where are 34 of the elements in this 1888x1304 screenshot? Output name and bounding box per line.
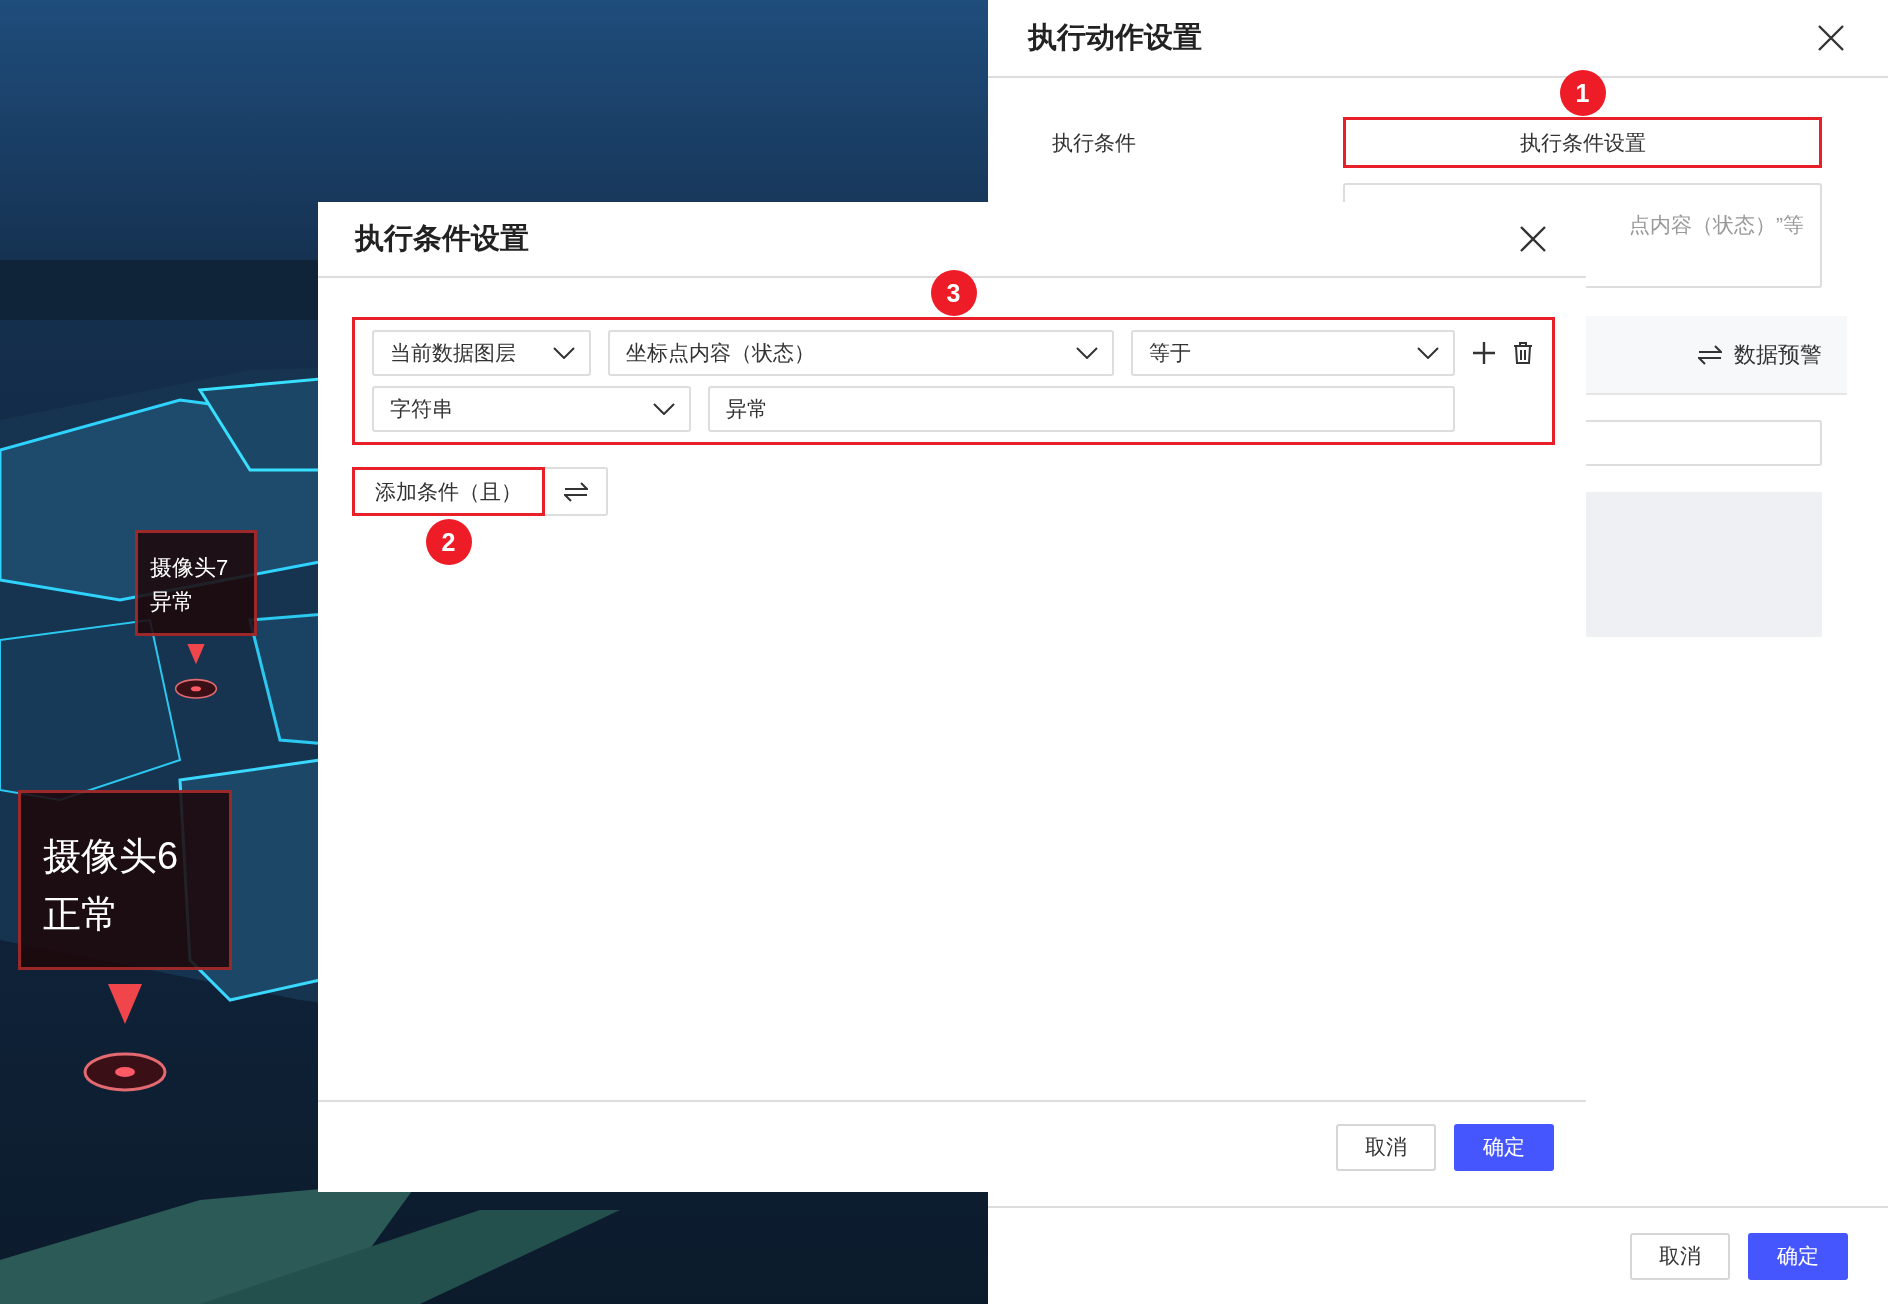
type-select[interactable]: 字符串 bbox=[372, 386, 691, 432]
chevron-down-icon bbox=[1417, 347, 1439, 359]
operator-select[interactable]: 等于 bbox=[1131, 330, 1455, 376]
cancel-button[interactable]: 取消 bbox=[1630, 1232, 1730, 1280]
chevron-down-icon bbox=[1076, 347, 1098, 359]
layer-select[interactable]: 当前数据图层 bbox=[372, 330, 591, 376]
close-button[interactable] bbox=[1518, 224, 1548, 254]
step-badge: 2 bbox=[425, 519, 472, 565]
condition-summary: 点内容（状态）”等 bbox=[1629, 212, 1804, 238]
cancel-button[interactable]: 取消 bbox=[1336, 1123, 1436, 1171]
camera-name: 摄像头7 bbox=[150, 554, 230, 582]
confirm-button[interactable]: 确定 bbox=[1748, 1232, 1848, 1280]
chevron-down-icon bbox=[553, 347, 575, 359]
close-icon bbox=[1816, 23, 1846, 53]
camera-name: 摄像头6 bbox=[43, 834, 180, 879]
switch-button[interactable]: 数据预警 bbox=[1698, 339, 1822, 370]
swap-icon bbox=[1698, 344, 1722, 365]
field-label: 执行条件 bbox=[1052, 129, 1137, 156]
step-badge: 3 bbox=[930, 270, 977, 316]
value-field[interactable]: 异常 bbox=[708, 386, 1455, 432]
panel-title: 执行动作设置 bbox=[1028, 20, 1202, 55]
dialog-title: 执行条件设置 bbox=[355, 221, 529, 256]
close-button[interactable] bbox=[1816, 23, 1846, 53]
trash-icon[interactable] bbox=[1513, 341, 1533, 365]
field-select[interactable]: 坐标点内容（状态） bbox=[608, 330, 1114, 376]
camera-status: 正常 bbox=[43, 892, 120, 937]
switch-button[interactable] bbox=[545, 467, 608, 516]
camera-status: 异常 bbox=[150, 588, 195, 616]
chevron-down-icon bbox=[653, 403, 675, 415]
step-badge: 1 bbox=[1559, 70, 1606, 116]
close-icon bbox=[1518, 224, 1548, 254]
add-icon[interactable] bbox=[1472, 341, 1496, 365]
swap-icon bbox=[563, 481, 588, 502]
confirm-button[interactable]: 确定 bbox=[1454, 1123, 1554, 1171]
